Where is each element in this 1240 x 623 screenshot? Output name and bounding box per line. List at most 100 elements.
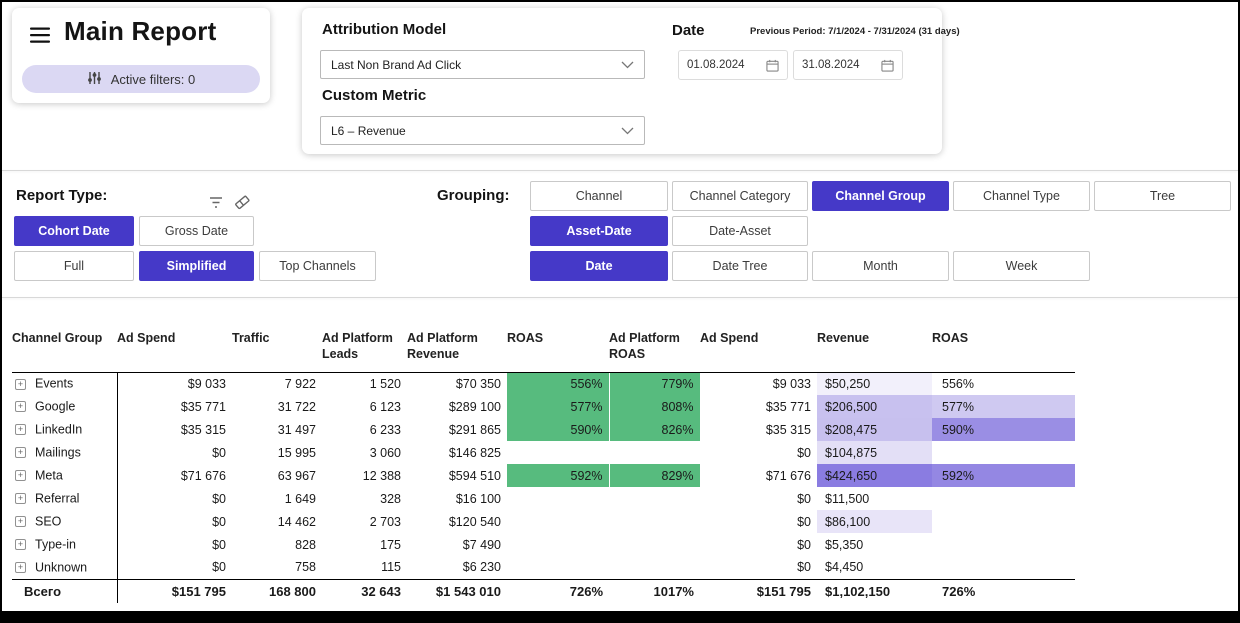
bottom-bar — [2, 611, 1238, 621]
date-start-input[interactable]: 01.08.2024 — [678, 50, 788, 80]
channel-name: Meta — [35, 469, 63, 483]
main-report-dashboard: Main Report Active filters: 0 Attributio… — [0, 0, 1240, 623]
cell-roas-2 — [932, 533, 1075, 556]
date-end-input[interactable]: 31.08.2024 — [793, 50, 903, 80]
button-cohort-date[interactable]: Cohort Date — [14, 216, 134, 246]
total-cell-roas: 726% — [507, 579, 609, 603]
controls-card: Attribution Model Last Non Brand Ad Clic… — [302, 8, 942, 154]
button-channel-group[interactable]: Channel Group — [812, 181, 949, 211]
channel-group-cell: Всего — [12, 579, 117, 603]
channel-group-cell: + LinkedIn — [12, 418, 117, 441]
button-channel-category[interactable]: Channel Category — [672, 181, 808, 211]
total-cell-traffic: 168 800 — [232, 579, 322, 603]
attribution-model-select[interactable]: Last Non Brand Ad Click — [320, 50, 645, 79]
total-cell-revenue: $1,102,150 — [817, 579, 932, 603]
cell-ad-spend: $9 033 — [117, 372, 232, 395]
channel-name: Mailings — [35, 446, 81, 460]
cell-revenue: $206,500 — [817, 395, 932, 418]
button-full[interactable]: Full — [14, 251, 134, 281]
filter-icon[interactable] — [207, 195, 225, 216]
button-top-channels[interactable]: Top Channels — [259, 251, 376, 281]
cell-ad-spend-2: $0 — [700, 487, 817, 510]
table-row: +Google$35 77131 7226 123$289 100577%808… — [12, 395, 1075, 418]
cell-ad-spend-2: $35 771 — [700, 395, 817, 418]
cell-revenue: $424,650 — [817, 464, 932, 487]
button-channel[interactable]: Channel — [530, 181, 668, 211]
cell-ad-platform-roas — [609, 487, 700, 510]
cell-revenue: $5,350 — [817, 533, 932, 556]
channel-name: LinkedIn — [35, 423, 82, 437]
channel-name: Type-in — [35, 538, 76, 552]
cell-revenue: $50,250 — [817, 372, 932, 395]
cell-ad-platform-leads: 6 123 — [322, 395, 407, 418]
cell-ad-platform-roas — [609, 533, 700, 556]
expand-icon[interactable]: + — [15, 539, 26, 550]
cell-revenue: $208,475 — [817, 418, 932, 441]
active-filters-button[interactable]: Active filters: 0 — [22, 65, 260, 93]
page-title: Main Report — [64, 16, 216, 47]
button-date-asset[interactable]: Date-Asset — [672, 216, 808, 246]
cell-ad-platform-leads: 328 — [322, 487, 407, 510]
expand-icon[interactable]: + — [15, 401, 26, 412]
report-type-row-1: Cohort DateGross Date — [14, 216, 254, 246]
button-simplified[interactable]: Simplified — [139, 251, 254, 281]
table-row: +Events$9 0337 9221 520$70 350556%779%$9… — [12, 372, 1075, 395]
expand-icon[interactable]: + — [15, 516, 26, 527]
cell-ad-platform-roas: 826% — [609, 418, 700, 441]
cell-ad-spend: $0 — [117, 510, 232, 533]
button-asset-date[interactable]: Asset-Date — [530, 216, 668, 246]
expand-icon[interactable]: + — [15, 379, 26, 390]
channel-group-cell: + Type-in — [12, 533, 117, 556]
sliders-icon — [87, 71, 102, 88]
cell-ad-platform-leads: 6 233 — [322, 418, 407, 441]
report-type-row-2: FullSimplifiedTop Channels — [14, 251, 376, 281]
active-filters-label: Active filters: 0 — [111, 72, 196, 87]
cell-traffic: 31 722 — [232, 395, 322, 418]
expand-icon[interactable]: + — [15, 562, 26, 573]
button-date[interactable]: Date — [530, 251, 668, 281]
cell-ad-spend-2: $0 — [700, 533, 817, 556]
button-week[interactable]: Week — [953, 251, 1090, 281]
cell-roas-2: 592% — [932, 464, 1075, 487]
custom-metric-select[interactable]: L6 – Revenue — [320, 116, 645, 145]
expand-icon[interactable]: + — [15, 493, 26, 504]
button-month[interactable]: Month — [812, 251, 949, 281]
column-header-channel-group: Channel Group — [12, 326, 117, 372]
cell-roas — [507, 556, 609, 579]
column-header-revenue: Revenue — [817, 326, 932, 372]
cell-ad-spend-2: $9 033 — [700, 372, 817, 395]
cell-ad-spend: $71 676 — [117, 464, 232, 487]
expand-icon[interactable]: + — [15, 447, 26, 458]
custom-metric-label: Custom Metric — [322, 87, 426, 104]
cell-ad-platform-roas — [609, 556, 700, 579]
eraser-icon[interactable] — [233, 193, 251, 216]
button-gross-date[interactable]: Gross Date — [139, 216, 254, 246]
cell-roas — [507, 441, 609, 464]
cell-roas-2: 577% — [932, 395, 1075, 418]
cell-roas — [507, 487, 609, 510]
cell-ad-spend-2: $35 315 — [700, 418, 817, 441]
column-header-ad-platform-leads: Ad PlatformLeads — [322, 326, 407, 372]
cell-traffic: 7 922 — [232, 372, 322, 395]
channel-name: Unknown — [35, 561, 87, 575]
cell-roas-2: 590% — [932, 418, 1075, 441]
cell-roas: 577% — [507, 395, 609, 418]
column-header-ad-platform-roas: Ad PlatformROAS — [609, 326, 700, 372]
cell-roas-2 — [932, 556, 1075, 579]
cell-ad-spend: $0 — [117, 533, 232, 556]
button-date-tree[interactable]: Date Tree — [672, 251, 808, 281]
cell-traffic: 758 — [232, 556, 322, 579]
menu-icon[interactable] — [30, 27, 52, 49]
cell-ad-platform-roas: 779% — [609, 372, 700, 395]
button-tree[interactable]: Tree — [1094, 181, 1231, 211]
chevron-down-icon — [621, 127, 634, 135]
cell-ad-spend: $0 — [117, 487, 232, 510]
button-channel-type[interactable]: Channel Type — [953, 181, 1090, 211]
cell-ad-platform-roas: 829% — [609, 464, 700, 487]
date-end-value: 31.08.2024 — [802, 59, 860, 71]
expand-icon[interactable]: + — [15, 424, 26, 435]
cell-ad-spend: $0 — [117, 441, 232, 464]
expand-icon[interactable]: + — [15, 470, 26, 481]
table-row: +Referral$01 649328$16 100$0$11,500 — [12, 487, 1075, 510]
grouping-row-3: DateDate TreeMonthWeek — [530, 251, 1090, 281]
